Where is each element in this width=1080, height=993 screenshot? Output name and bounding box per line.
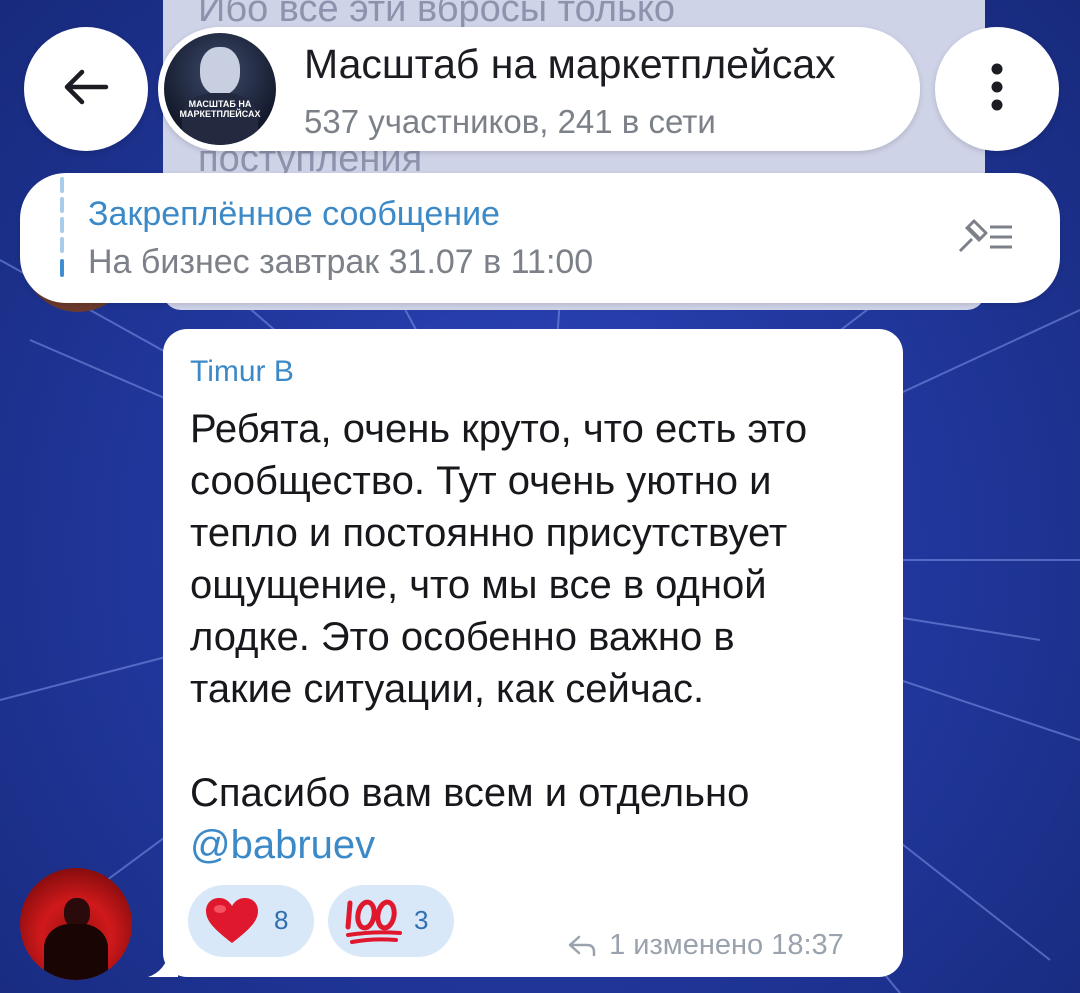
reaction-count: 3 bbox=[414, 905, 429, 935]
channel-avatar[interactable]: МАСШТАБ НА МАРКЕТПЛЕЙСАХ bbox=[164, 33, 276, 145]
edited-label: изменено bbox=[633, 929, 764, 961]
pinned-message-bar[interactable]: Закреплённое сообщение На бизнес завтрак… bbox=[20, 173, 1060, 303]
sender-avatar[interactable] bbox=[20, 868, 132, 980]
chat-header[interactable]: МАСШТАБ НА МАРКЕТПЛЕЙСАХ Масштаб на марк… bbox=[158, 27, 920, 151]
message-line: такие ситуации, как сейчас. bbox=[190, 667, 705, 711]
back-button[interactable] bbox=[24, 27, 148, 151]
more-options-button[interactable] bbox=[935, 27, 1059, 151]
reaction-hundred[interactable]: 3 bbox=[328, 885, 454, 957]
message-line bbox=[190, 715, 890, 767]
pinned-text: На бизнес завтрак 31.07 в 11:00 bbox=[88, 243, 594, 281]
pinned-title: Закреплённое сообщение bbox=[88, 195, 500, 233]
avatar-logo-text: МАСШТАБ НА МАРКЕТПЛЕЙСАХ bbox=[179, 99, 261, 119]
arrow-left-icon bbox=[62, 67, 110, 112]
message-line: тепло и постоянно присутствует bbox=[190, 511, 788, 555]
chat-title: Масштаб на маркетплейсах bbox=[304, 41, 836, 87]
sender-name[interactable]: Timur B bbox=[190, 355, 294, 389]
reply-icon bbox=[567, 933, 601, 959]
message-line: Ребята, очень круто, что есть это bbox=[190, 407, 808, 451]
member-count: 537 участников, 241 в сети bbox=[304, 103, 716, 140]
message-line: ощущение, что мы все в одной bbox=[190, 563, 767, 607]
reply-count[interactable]: 1 bbox=[609, 929, 625, 961]
message-time: 18:37 bbox=[771, 929, 844, 961]
mention-link[interactable]: @babruev bbox=[190, 819, 890, 871]
message-line: лодке. Это особенно важно в bbox=[190, 615, 735, 659]
message-meta: 1 изменено 18:37 bbox=[567, 929, 844, 962]
pinned-indicator bbox=[60, 177, 64, 277]
message-line: Спасибо вам всем и отдельно bbox=[190, 771, 750, 815]
more-vertical-icon bbox=[987, 61, 1007, 118]
message-bubble[interactable]: Timur B Ребята, очень круто, что есть эт… bbox=[163, 329, 903, 977]
message-text: Ребята, очень круто, что есть это сообще… bbox=[190, 403, 890, 871]
pinned-list-icon[interactable] bbox=[956, 217, 1016, 262]
reaction-count: 8 bbox=[274, 905, 289, 935]
heart-icon bbox=[204, 897, 260, 950]
reaction-heart[interactable]: 8 bbox=[188, 885, 314, 957]
message-line: сообщество. Тут очень уютно и bbox=[190, 459, 772, 503]
hundred-points-icon bbox=[344, 897, 404, 950]
